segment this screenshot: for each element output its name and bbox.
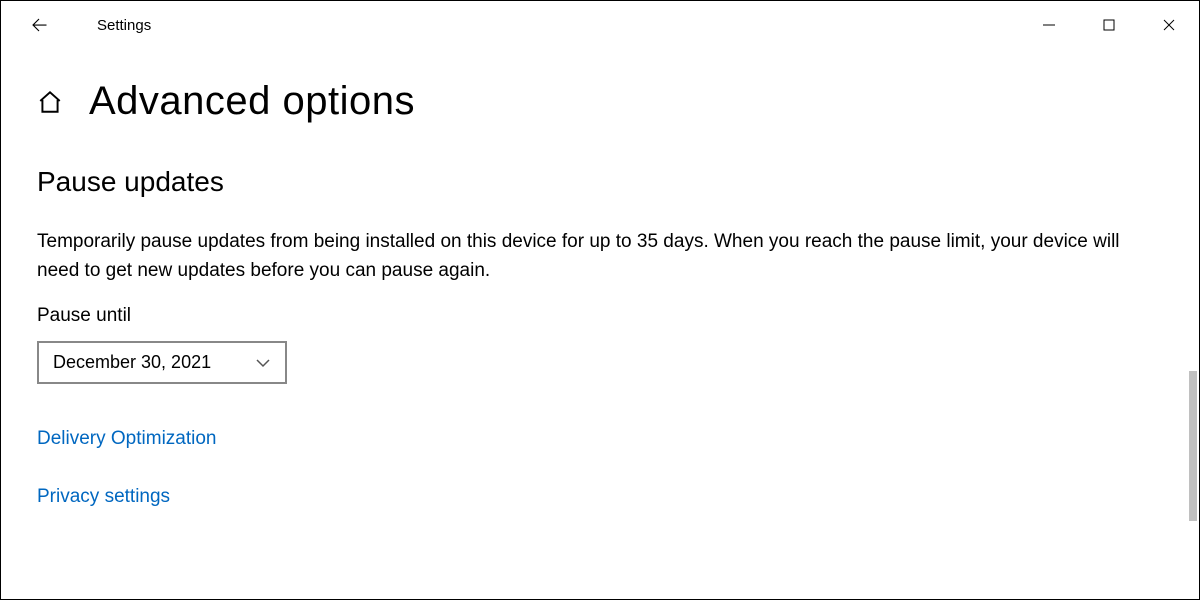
page-title: Advanced options [89,79,415,124]
home-icon [37,89,63,115]
minimize-button[interactable] [1019,1,1079,49]
pause-until-label: Pause until [37,305,1163,327]
minimize-icon [1042,18,1056,32]
maximize-icon [1102,18,1116,32]
pause-until-dropdown[interactable]: December 30, 2021 [37,341,287,384]
link-delivery-optimization[interactable]: Delivery Optimization [37,428,1163,450]
section-heading-pause-updates: Pause updates [37,166,1163,198]
scrollbar-thumb[interactable] [1189,371,1197,521]
app-title: Settings [97,17,151,34]
maximize-button[interactable] [1079,1,1139,49]
chevron-down-icon [255,358,271,368]
window-controls [1019,1,1199,49]
content-area: Advanced options Pause updates Temporari… [1,49,1199,508]
back-arrow-icon [30,16,48,34]
back-button[interactable] [19,5,59,45]
page-header: Advanced options [37,79,1163,124]
close-button[interactable] [1139,1,1199,49]
section-description: Temporarily pause updates from being ins… [37,228,1163,285]
home-button[interactable] [37,89,63,115]
link-privacy-settings[interactable]: Privacy settings [37,486,1163,508]
titlebar: Settings [1,1,1199,49]
dropdown-selected-value: December 30, 2021 [53,352,211,373]
close-icon [1162,18,1176,32]
